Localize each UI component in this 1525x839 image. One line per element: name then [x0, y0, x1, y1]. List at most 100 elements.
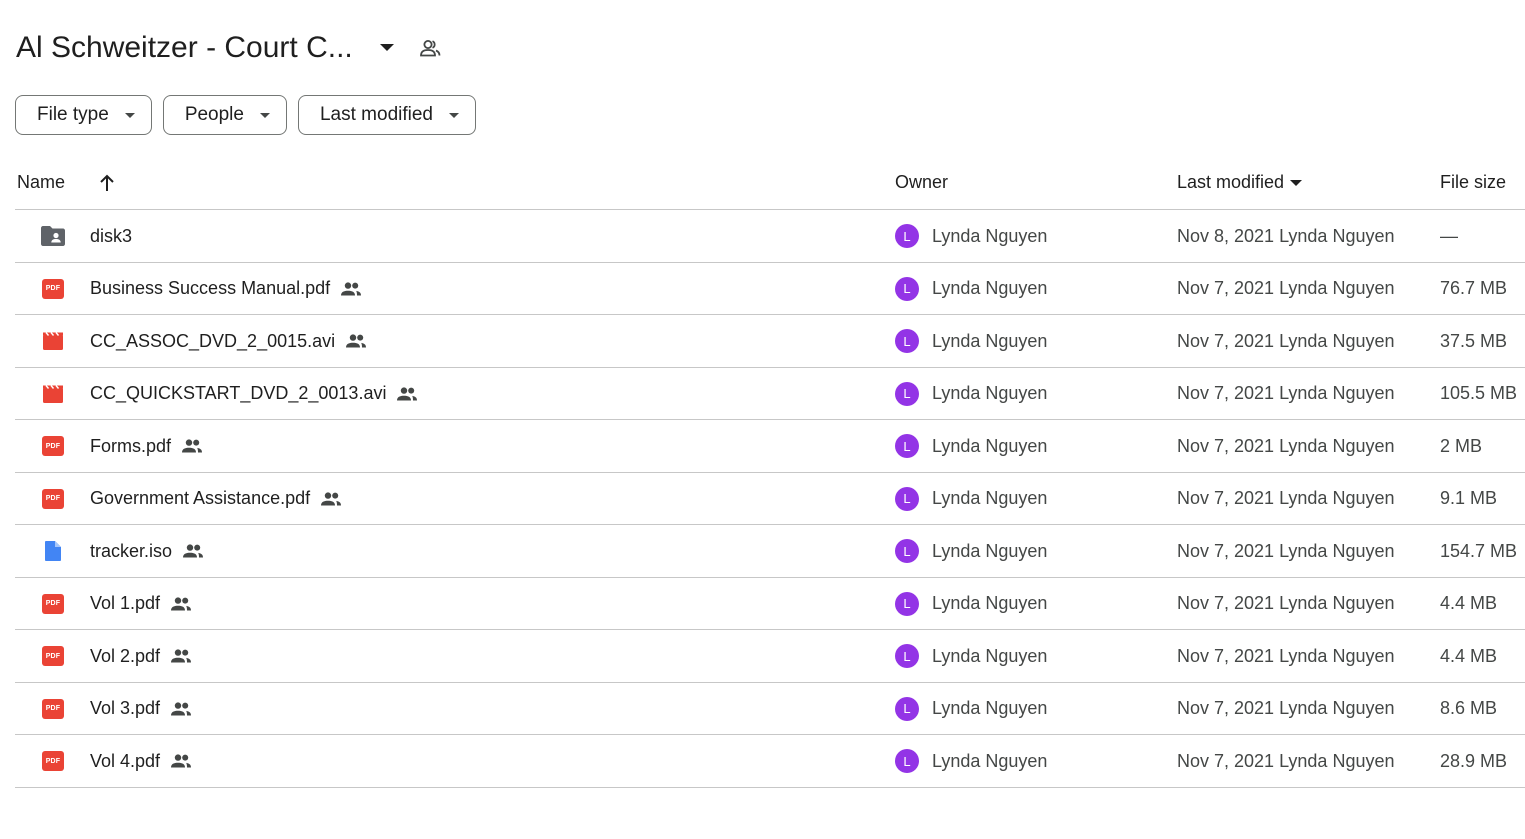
video-file-icon — [39, 315, 67, 367]
avatar[interactable]: L — [895, 381, 919, 406]
file-name-cell[interactable]: Vol 2.pdf — [90, 630, 192, 682]
file-size-value: 8.6 MB — [1440, 698, 1498, 718]
table-row[interactable]: PDF Business Success Manual.pdf L Lynda Ngu… — [15, 263, 1525, 315]
table-row[interactable]: PDF Forms.pdf L Lynda Nguyen Nov 7, 2021 Lyn… — [15, 420, 1525, 473]
last-modified-filter[interactable]: Last modified — [297, 95, 476, 135]
owner-cell: L Lynda Nguyen — [895, 473, 1047, 525]
file-rows: disk3 L Lynda Nguyen Nov 8, 2021 Lynda Nguy… — [15, 210, 1525, 788]
sort-ascending-arrow-icon[interactable] — [95, 171, 119, 195]
column-last-modified-label: Last modified — [1177, 172, 1285, 192]
file-name-cell[interactable]: CC_QUICKSTART_DVD_2_0013.avi — [90, 368, 418, 420]
file-size-value: 4.4 MB — [1440, 593, 1498, 613]
last-modified-filter-label: Last modified — [319, 104, 433, 125]
file-name-cell[interactable]: Vol 3.pdf — [90, 683, 192, 735]
file-name-cell[interactable]: Forms.pdf — [90, 420, 203, 472]
file-name-cell[interactable]: Vol 1.pdf — [90, 578, 192, 630]
avatar[interactable]: L — [895, 434, 919, 458]
caret-down-icon — [124, 112, 135, 118]
people-filter[interactable]: People — [162, 95, 287, 135]
shared-people-icon — [170, 596, 192, 611]
pdf-file-icon: PDF — [39, 473, 67, 525]
file-name: Vol 3.pdf — [90, 698, 161, 718]
avatar[interactable]: L — [895, 749, 919, 773]
table-row[interactable]: PDF Government Assistance.pdf L Lynda Nguye… — [15, 473, 1525, 525]
avatar[interactable]: L — [895, 696, 919, 721]
avatar[interactable]: L — [895, 539, 919, 563]
owner-name: Lynda Nguyen — [932, 278, 1048, 298]
file-type-filter-label: File type — [37, 104, 109, 125]
owner-cell: L Lynda Nguyen — [895, 210, 1047, 262]
table-row[interactable]: tracker.iso L Lynda Nguyen Nov 7, 2021 Lynd… — [15, 525, 1525, 578]
owner-name: Lynda Nguyen — [932, 698, 1048, 718]
owner-cell: L Lynda Nguyen — [895, 368, 1047, 420]
file-size-value: 2 MB — [1440, 435, 1483, 456]
owner-name: Lynda Nguyen — [932, 435, 1048, 456]
table-row[interactable]: CC_ASSOC_DVD_2_0015.avi L Lynda Nguyen Nov … — [15, 315, 1525, 368]
pdf-file-icon: PDF — [39, 578, 67, 630]
shared-people-icon — [182, 544, 204, 558]
file-type-filter[interactable]: File type — [15, 95, 152, 135]
caret-down-icon — [259, 112, 270, 118]
chevron-down-icon[interactable] — [375, 36, 399, 60]
avatar[interactable]: L — [895, 329, 919, 353]
file-name-cell[interactable]: tracker.iso — [90, 525, 204, 577]
filter-bar: File type People Last modified — [15, 95, 476, 135]
table-row[interactable]: PDF Vol 2.pdf L Lynda Nguyen Nov 7, 2021 Lyn… — [15, 630, 1525, 683]
owner-name: Lynda Nguyen — [932, 593, 1048, 613]
shared-people-icon — [340, 281, 362, 296]
file-name: Business Success Manual.pdf — [90, 278, 331, 298]
pdf-file-icon: PDF — [39, 630, 67, 682]
last-modified-value: Nov 7, 2021 Lynda Nguyen — [1177, 435, 1395, 456]
file-name-cell[interactable]: Government Assistance.pdf — [90, 473, 342, 525]
owner-cell: L Lynda Nguyen — [895, 263, 1047, 315]
avatar[interactable]: L — [895, 591, 919, 616]
avatar[interactable]: L — [895, 276, 919, 301]
shared-people-icon — [320, 491, 342, 506]
file-name-cell[interactable]: Vol 4.pdf — [90, 735, 192, 787]
shared-people-icon — [170, 754, 192, 768]
owner-cell: L Lynda Nguyen — [895, 420, 1047, 472]
file-size-value: 76.7 MB — [1440, 278, 1508, 298]
table-row[interactable]: CC_QUICKSTART_DVD_2_0013.avi L Lynda Nguye… — [15, 368, 1525, 420]
owner-cell: L Lynda Nguyen — [895, 315, 1047, 367]
last-modified-value: Nov 7, 2021 Lynda Nguyen — [1177, 383, 1395, 403]
file-name-cell[interactable]: CC_ASSOC_DVD_2_0015.avi — [90, 315, 367, 367]
avatar[interactable]: L — [895, 224, 919, 248]
avatar[interactable]: L — [895, 486, 919, 511]
file-name-cell[interactable]: Business Success Manual.pdf — [90, 263, 362, 315]
file-size-value: 9.1 MB — [1440, 488, 1498, 508]
shared-people-icon — [170, 649, 192, 663]
table-row[interactable]: PDF Vol 1.pdf L Lynda Nguyen Nov 7, 2021 Lyn… — [15, 578, 1525, 630]
avatar[interactable]: L — [895, 644, 919, 668]
owner-cell: L Lynda Nguyen — [895, 630, 1047, 682]
pdf-file-icon: PDF — [39, 683, 67, 735]
caret-down-icon — [1290, 179, 1303, 186]
last-modified-value: Nov 7, 2021 Lynda Nguyen — [1177, 278, 1395, 298]
owner-name: Lynda Nguyen — [932, 330, 1048, 351]
table-row[interactable]: PDF Vol 3.pdf L Lynda Nguyen Nov 7, 2021 Lyn… — [15, 683, 1525, 735]
shared-people-icon — [170, 701, 192, 716]
owner-cell: L Lynda Nguyen — [895, 578, 1047, 630]
owner-name: Lynda Nguyen — [932, 488, 1048, 508]
table-row[interactable]: disk3 L Lynda Nguyen Nov 8, 2021 Lynda Nguy… — [15, 210, 1525, 263]
shared-folder-people-icon[interactable] — [417, 35, 443, 61]
file-name: Government Assistance.pdf — [90, 488, 311, 508]
file-name-cell[interactable]: disk3 — [90, 210, 132, 262]
video-file-icon — [39, 368, 67, 420]
table-row[interactable]: PDF Vol 4.pdf L Lynda Nguyen Nov 7, 2021 Lyn… — [15, 735, 1525, 788]
file-name: Vol 1.pdf — [90, 593, 161, 613]
file-name: CC_ASSOC_DVD_2_0015.avi — [90, 330, 336, 351]
last-modified-value: Nov 8, 2021 Lynda Nguyen — [1177, 225, 1395, 246]
last-modified-value: Nov 7, 2021 Lynda Nguyen — [1177, 593, 1395, 613]
shared-people-icon — [345, 334, 367, 348]
column-name[interactable]: Name — [17, 172, 65, 193]
file-size-value: 154.7 MB — [1440, 540, 1518, 561]
column-file-size: File size — [1440, 172, 1507, 192]
pdf-file-icon: PDF — [39, 735, 67, 787]
table-header: Name Owner Last modified File size — [15, 158, 1525, 210]
folder-header: Al Schweitzer - Court C... — [16, 26, 443, 70]
owner-cell: L Lynda Nguyen — [895, 525, 1047, 577]
column-last-modified[interactable]: Last modified — [1177, 172, 1303, 193]
folder-title[interactable]: Al Schweitzer - Court C... — [16, 28, 353, 68]
owner-cell: L Lynda Nguyen — [895, 735, 1047, 787]
